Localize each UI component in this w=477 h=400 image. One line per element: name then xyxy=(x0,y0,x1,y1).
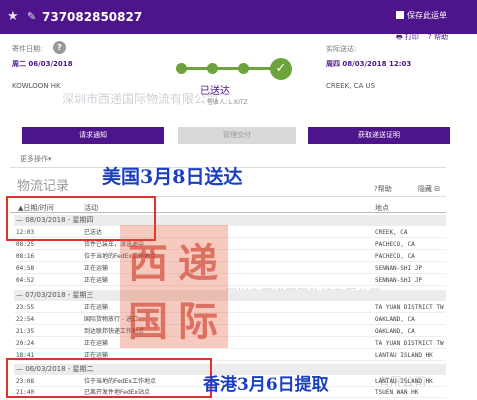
save-shipment-label: 保存此运单 xyxy=(407,11,447,20)
row-location: SENNAN-SHI JP xyxy=(375,265,422,272)
tracking-header-bar: ★ ✎ 737082850827 保存此运单 xyxy=(0,0,477,34)
help-link[interactable]: ? 帮助 xyxy=(428,32,448,42)
row-activity: 正在运输 xyxy=(84,304,109,311)
ship-date-label: 寄件日期: xyxy=(12,45,43,53)
row-time: 22:54 xyxy=(16,316,35,323)
more-actions-dropdown[interactable]: 更多操作▾ xyxy=(20,154,52,164)
stamp-char: 递 xyxy=(178,240,218,287)
table-row: 21:35 到达联邦快递工作地点 OAKLAND, CA xyxy=(14,327,446,337)
origin-location: KOWLOON HK xyxy=(12,82,61,90)
table-row: 08:16 位于当地的FedEx工作地点 PACHECO, CA xyxy=(14,252,446,262)
history-title: 物流记录 xyxy=(17,179,70,194)
row-location: LANTAU ISLAND HK xyxy=(375,378,433,385)
date-group-header[interactable]: — 07/03/2018 - 星期三 xyxy=(14,290,446,301)
row-location: SENNAN-SHI JP xyxy=(375,277,422,284)
table-row: 22:54 国际货物放行 - 进口 OAKLAND, CA xyxy=(14,315,446,325)
delivered-date: 周四 08/03/2018 12:03 xyxy=(326,60,412,68)
row-time: 04:52 xyxy=(16,277,35,284)
row-time: 21:35 xyxy=(16,328,35,335)
row-location: TSUEN WAN HK xyxy=(375,389,419,396)
stamp-char: 际 xyxy=(178,298,218,345)
watermark-text: 深圳市西递国际物流有限公司 xyxy=(62,92,219,106)
delivered-date-label: 实际送达: xyxy=(326,45,357,53)
row-location: OAKLAND, CA xyxy=(375,328,415,335)
row-time: 20:24 xyxy=(16,340,35,347)
question-icon[interactable]: ? xyxy=(53,41,66,54)
print-link[interactable]: 🖶 打印 xyxy=(396,32,419,44)
request-notification-button[interactable]: 请求通知 xyxy=(22,127,164,144)
history-hide-link[interactable]: 隐藏 ⊟ xyxy=(418,184,440,194)
row-location: OAKLAND, CA xyxy=(375,316,415,323)
table-row: 08:25 货件已装车，派送途中 PACHECO, CA xyxy=(14,240,446,250)
row-time: 23:55 xyxy=(16,304,35,311)
row-time: 04:58 xyxy=(16,265,35,272)
save-shipment-checkbox[interactable]: 保存此运单 xyxy=(396,11,447,21)
print-label: 打印 xyxy=(404,33,419,41)
help-icon: ? xyxy=(428,33,432,41)
delivered-check-icon: ✓ xyxy=(270,58,292,80)
table-row: 04:58 正在运输 SENNAN-SHI JP xyxy=(14,264,446,274)
table-row: 23:55 正在运输 TA YUAN DISTRICT TW xyxy=(14,303,446,313)
row-time: 08:25 xyxy=(16,241,35,248)
history-help-label: 帮助 xyxy=(377,185,392,193)
progress-track xyxy=(180,67,280,70)
row-activity: 正在运输 xyxy=(84,265,109,272)
progress-dot xyxy=(207,63,218,74)
stamp-char: 西 xyxy=(128,240,168,287)
annotation-us-delivered: 美国3月8日送达 xyxy=(102,166,243,188)
proof-of-delivery-button[interactable]: 获取递送证明 xyxy=(308,127,450,144)
edit-icon[interactable]: ✎ xyxy=(27,10,36,23)
row-location: PACHECO, CA xyxy=(375,253,415,260)
progress-dot xyxy=(238,63,249,74)
company-seal-stamp: 西 递 国 际 xyxy=(120,225,228,348)
ship-date: 周二 06/03/2018 xyxy=(12,60,73,68)
help-label: 帮助 xyxy=(433,33,448,41)
highlight-box-hk xyxy=(6,358,212,398)
manage-delivery-button[interactable]: 管理交付 xyxy=(178,127,296,144)
row-activity: 正在运输 xyxy=(84,340,109,347)
row-location: TA YUAN DISTRICT TW xyxy=(375,304,444,311)
checkbox-icon[interactable] xyxy=(396,11,404,19)
row-activity: 正在运输 xyxy=(84,277,109,284)
row-time: 08:16 xyxy=(16,253,35,260)
row-location: LANTAU ISLAND HK xyxy=(375,352,433,359)
row-location: TA YUAN DISTRICT TW xyxy=(375,340,444,347)
tracking-number: 737082850827 xyxy=(42,10,143,24)
annotation-hk-pickup: 香港3月6日提取 xyxy=(203,375,329,395)
star-icon[interactable]: ★ xyxy=(7,10,19,23)
row-location: CREEK, CA xyxy=(375,229,408,236)
destination-location: CREEK, CA US xyxy=(326,82,376,90)
table-row: 04:52 正在运输 SENNAN-SHI JP xyxy=(14,276,446,286)
history-help-link[interactable]: ?帮助 xyxy=(374,184,392,194)
table-row: 20:24 正在运输 TA YUAN DISTRICT TW xyxy=(14,339,446,349)
history-hide-label: 隐藏 xyxy=(418,185,432,193)
row-location: PACHECO, CA xyxy=(375,241,415,248)
progress-dot xyxy=(176,63,187,74)
stamp-char: 国 xyxy=(128,298,168,345)
